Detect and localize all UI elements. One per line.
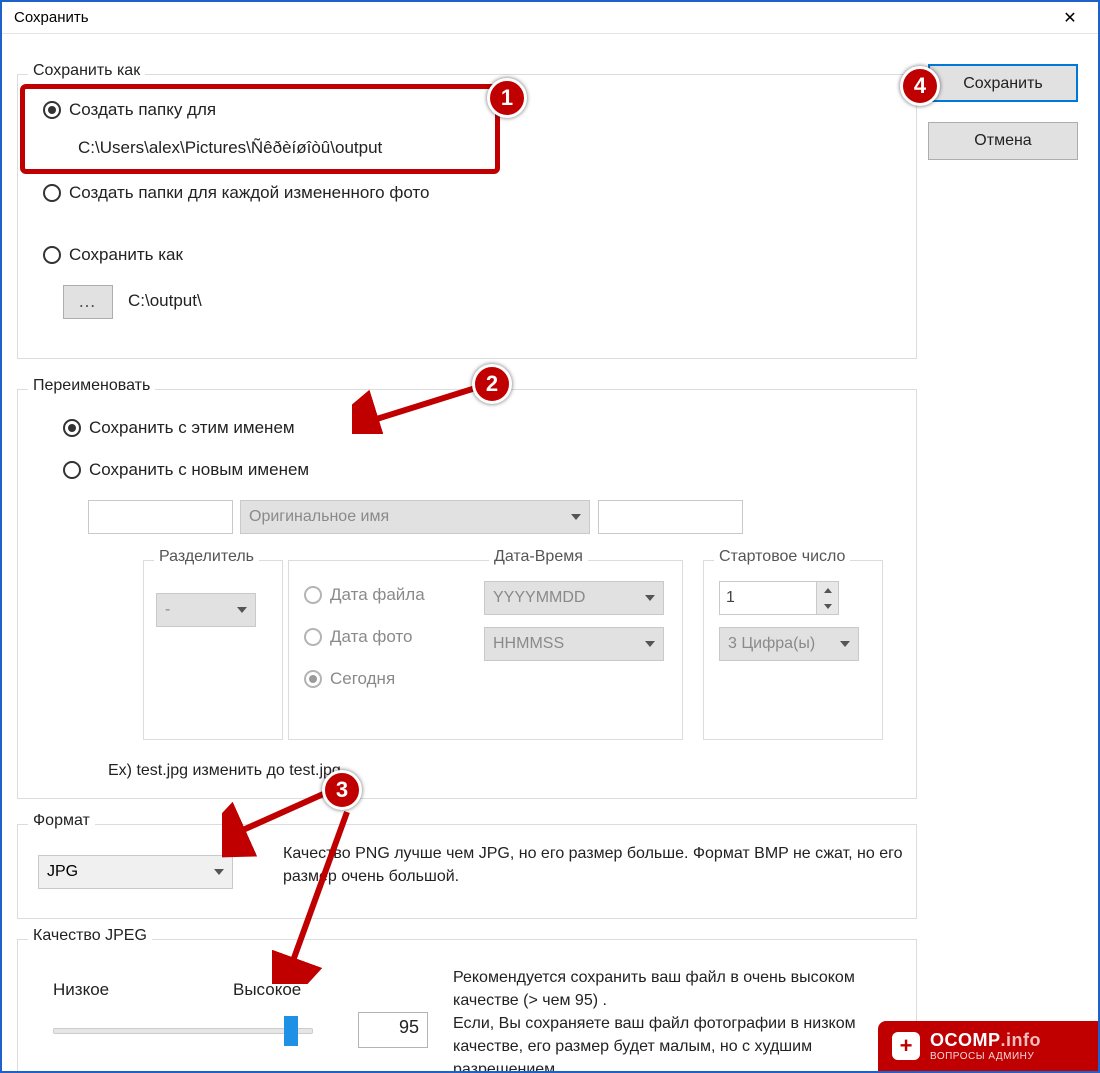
titlebar: Сохранить ✕	[2, 2, 1098, 34]
radio-label: Сохранить с новым именем	[89, 460, 309, 480]
group-jpeg-quality: Качество JPEG Низкое Высокое 95 Рекоменд…	[17, 939, 917, 1073]
spinner-down-icon[interactable]	[817, 598, 838, 614]
chevron-down-icon	[237, 607, 247, 613]
radio-date-photo[interactable]: Дата фото	[304, 627, 413, 647]
cancel-button[interactable]: Отмена	[928, 122, 1078, 160]
radio-icon	[43, 246, 61, 264]
radio-date-today[interactable]: Сегодня	[304, 669, 395, 689]
quality-description: Рекомендуется сохранить ваш файл в очень…	[453, 966, 906, 1073]
group-jpeg-quality-legend: Качество JPEG	[28, 927, 152, 945]
name-source-combo[interactable]: Оригинальное имя	[240, 500, 590, 534]
radio-label: Создать папки для каждой измененного фот…	[69, 183, 429, 203]
radio-label: Дата фото	[330, 627, 413, 647]
radio-icon	[304, 586, 322, 604]
quality-slider[interactable]	[53, 1028, 313, 1034]
format-note: Качество PNG лучше чем JPG, но его разме…	[283, 842, 904, 888]
group-format-legend: Формат	[28, 812, 95, 830]
save-dialog-window: Сохранить ✕ Сохранить Отмена Сохранить к…	[0, 0, 1100, 1073]
client-area: Сохранить Отмена Сохранить как Создать п…	[2, 34, 1098, 1071]
watermark-plus-icon: +	[892, 1032, 920, 1060]
suffix-input[interactable]	[598, 500, 743, 534]
group-date-time: Дата-Время Дата файла Дата фото Сегодня …	[288, 560, 683, 740]
start-number-spinner[interactable]: 1	[719, 581, 839, 615]
prefix-input[interactable]	[88, 500, 233, 534]
radio-create-per-photo[interactable]: Создать папки для каждой измененного фот…	[43, 183, 429, 203]
combo-value: YYYYMMDD	[493, 589, 585, 607]
rename-example-text: Ex) test.jpg изменить до test.jpg	[108, 762, 341, 780]
browse-button[interactable]: …	[63, 285, 113, 319]
combo-value: Оригинальное имя	[249, 508, 389, 526]
radio-create-folder[interactable]: Создать папку для	[43, 100, 216, 120]
radio-label: Дата файла	[330, 585, 425, 605]
chevron-down-icon	[840, 641, 850, 647]
start-number-value: 1	[719, 581, 817, 615]
combo-value: HHMMSS	[493, 635, 564, 653]
watermark-brand: OCOMP	[930, 1030, 1001, 1050]
window-title: Сохранить	[14, 9, 89, 26]
chevron-down-icon	[214, 869, 224, 875]
save-button[interactable]: Сохранить	[928, 64, 1078, 102]
group-start-number: Стартовое число 1 3 Цифра(ы)	[703, 560, 883, 740]
quality-high-label: Высокое	[233, 980, 301, 1000]
chevron-down-icon	[571, 514, 581, 520]
custom-output-path: C:\output\	[128, 291, 202, 311]
radio-keep-name[interactable]: Сохранить с этим именем	[63, 418, 295, 438]
group-start-number-legend: Стартовое число	[714, 548, 850, 566]
group-rename: Переименовать Сохранить с этим именем Со…	[17, 389, 917, 799]
radio-icon	[43, 101, 61, 119]
chevron-down-icon	[645, 641, 655, 647]
watermark-tld: .info	[1001, 1030, 1042, 1050]
group-separator: Разделитель -	[143, 560, 283, 740]
format-combo[interactable]: JPG	[38, 855, 233, 889]
radio-icon	[63, 461, 81, 479]
group-save-as: Сохранить как Создать папку для C:\Users…	[17, 74, 917, 359]
watermark-sub: ВОПРОСЫ АДМИНУ	[930, 1051, 1041, 1062]
group-format: Формат JPG Качество PNG лучше чем JPG, н…	[17, 824, 917, 919]
radio-save-as-path[interactable]: Сохранить как	[43, 245, 183, 265]
group-date-time-legend: Дата-Время	[489, 548, 588, 566]
group-separator-legend: Разделитель	[154, 548, 259, 566]
spinner-up-icon[interactable]	[817, 582, 838, 598]
combo-value: 3 Цифра(ы)	[728, 635, 815, 653]
quality-slider-thumb[interactable]	[284, 1016, 298, 1046]
radio-label: Создать папку для	[69, 100, 216, 120]
radio-label: Сохранить как	[69, 245, 183, 265]
action-buttons: Сохранить Отмена	[928, 64, 1088, 180]
digits-combo[interactable]: 3 Цифра(ы)	[719, 627, 859, 661]
radio-new-name[interactable]: Сохранить с новым именем	[63, 460, 309, 480]
output-folder-path: C:\Users\alex\Pictures\Ñêðèíøîòû\output	[78, 138, 382, 158]
quality-value-input[interactable]: 95	[358, 1012, 428, 1048]
date-format-combo[interactable]: YYYYMMDD	[484, 581, 664, 615]
radio-date-file[interactable]: Дата файла	[304, 585, 425, 605]
quality-low-label: Низкое	[53, 980, 109, 1000]
separator-combo[interactable]: -	[156, 593, 256, 627]
chevron-down-icon	[645, 595, 655, 601]
radio-icon	[43, 184, 61, 202]
watermark: + OCOMP.info ВОПРОСЫ АДМИНУ	[878, 1021, 1098, 1071]
radio-icon	[304, 628, 322, 646]
radio-icon	[304, 670, 322, 688]
group-rename-legend: Переименовать	[28, 377, 155, 395]
radio-icon	[63, 419, 81, 437]
radio-label: Сохранить с этим именем	[89, 418, 295, 438]
combo-value: JPG	[47, 863, 78, 881]
time-format-combo[interactable]: HHMMSS	[484, 627, 664, 661]
combo-value: -	[165, 601, 170, 619]
close-icon[interactable]: ✕	[1050, 4, 1090, 32]
spinner-arrows[interactable]	[817, 581, 839, 615]
group-save-as-legend: Сохранить как	[28, 62, 145, 80]
watermark-text: OCOMP.info ВОПРОСЫ АДМИНУ	[930, 1030, 1041, 1062]
radio-label: Сегодня	[330, 669, 395, 689]
